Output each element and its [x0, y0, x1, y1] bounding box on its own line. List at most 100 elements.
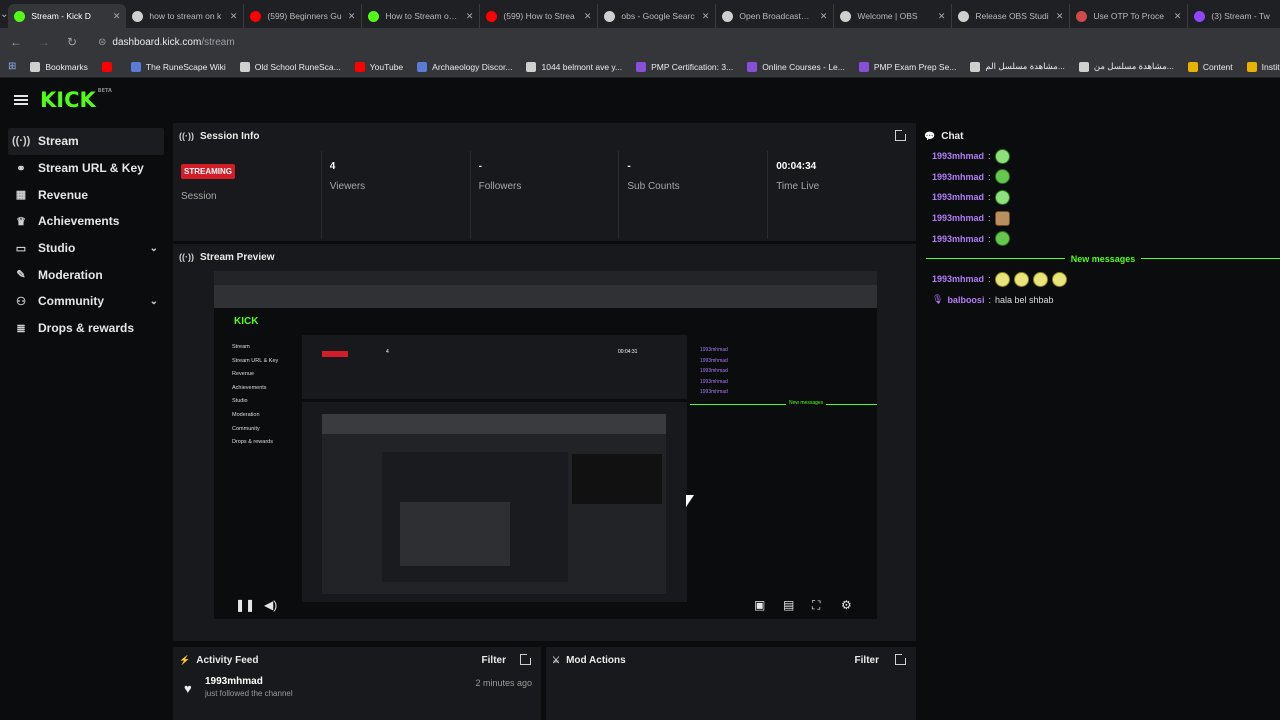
bookmark-item[interactable]: Bookmarks [30, 61, 88, 72]
tab-favicon-icon [840, 10, 852, 22]
nested-sidebar-item: Achievements [232, 384, 267, 391]
settings-gear-icon[interactable]: ⚙ [841, 598, 852, 612]
close-icon[interactable]: ✕ [466, 11, 474, 22]
new-messages-label: New messages [1070, 253, 1136, 264]
bookmark-item[interactable]: Online Courses - Le... [747, 61, 845, 72]
chat-username[interactable]: 1993mhmad [932, 172, 984, 182]
site-info-icon[interactable]: ⊜ [98, 37, 106, 48]
bookmark-favicon-icon [970, 61, 981, 72]
browser-tab[interactable]: (599) How to Strea ✕ [480, 4, 599, 28]
stat-label: Session [181, 191, 217, 202]
picture-in-picture-icon[interactable]: ▣ [754, 598, 765, 612]
theater-mode-icon[interactable]: ▤ [783, 598, 794, 612]
activity-filter-button[interactable]: Filter [482, 655, 506, 666]
close-icon[interactable]: ✕ [702, 11, 710, 22]
sidebar-item[interactable]: ≣ Drops & rewards [8, 315, 164, 342]
sidebar-item[interactable]: ▭ Studio ⌄ [8, 235, 164, 262]
popout-icon[interactable] [520, 653, 532, 665]
browser-tab[interactable]: how to stream on k ✕ [126, 4, 245, 28]
sidebar-item[interactable]: ✎ Moderation [8, 261, 164, 288]
bookmark-item[interactable]: مشاهدة مسلسل من... [1078, 61, 1174, 72]
bookmark-item[interactable]: Institution Page [1246, 61, 1280, 72]
sidebar-item[interactable]: ♛ Achievements [8, 208, 164, 235]
chat-username[interactable]: balboosi [947, 295, 984, 305]
bookmark-favicon-icon [1187, 61, 1198, 72]
kick-logo[interactable]: KICK BETA [40, 88, 112, 112]
bookmark-label: Archaeology Discor... [432, 61, 513, 72]
chat-username[interactable]: 1993mhmad [932, 151, 984, 161]
stat-subs: - Sub Counts [619, 151, 769, 239]
reload-icon[interactable]: ↻ [64, 35, 80, 49]
stat-followers: - Followers [471, 151, 620, 239]
browser-tab[interactable]: Open Broadcaster S ✕ [716, 4, 835, 28]
sidebar-item[interactable]: ⚭ Stream URL & Key [8, 155, 164, 182]
menu-icon[interactable] [14, 95, 28, 105]
chevron-down-icon[interactable]: ⌄ [150, 296, 158, 307]
pause-icon[interactable]: ❚❚ [235, 598, 255, 612]
popout-icon[interactable] [895, 653, 907, 665]
browser-tab[interactable]: Stream - Kick D ✕ [8, 4, 127, 28]
nested-video [322, 414, 666, 594]
chat-username[interactable]: 1993mhmad [932, 274, 984, 284]
browser-tab[interactable]: obs - Google Searc ✕ [598, 4, 717, 28]
popout-icon[interactable] [895, 129, 907, 141]
emote-icon [1051, 271, 1067, 287]
stat-value: - [478, 161, 482, 172]
fullscreen-icon[interactable]: ⛶ [812, 598, 820, 613]
close-icon[interactable]: ✕ [113, 11, 121, 22]
bookmark-item[interactable]: مشاهدة مسلسل الم... [970, 61, 1065, 72]
bookmark-favicon-icon [239, 61, 250, 72]
forward-icon[interactable]: → [36, 35, 52, 49]
tab-search-icon[interactable]: ⌄ [0, 0, 8, 28]
chat-message: 1993mhmad: [920, 167, 1280, 188]
close-icon[interactable]: ✕ [348, 11, 356, 22]
bookmark-item[interactable]: PMP Certification: 3... [636, 61, 733, 72]
close-icon[interactable]: ✕ [938, 11, 946, 22]
browser-tab[interactable]: Welcome | OBS ✕ [834, 4, 953, 28]
bookmark-item[interactable] [101, 61, 117, 72]
close-icon[interactable]: ✕ [820, 11, 828, 22]
session-stats: STREAMING Session 4 Viewers - Followers … [173, 151, 916, 239]
bookmark-favicon-icon [417, 61, 428, 72]
browser-tab[interactable]: (599) Beginners Gu ✕ [244, 4, 363, 28]
stat-value: 00:04:34 [776, 161, 817, 172]
chat-header: 💬 Chat [920, 126, 1280, 146]
bookmark-favicon-icon [858, 61, 869, 72]
close-icon[interactable]: ✕ [1056, 11, 1064, 22]
chevron-down-icon[interactable]: ⌄ [150, 243, 158, 254]
stream-video[interactable]: KICK Stream Stream URL & Key Revenue Achiev… [214, 271, 877, 619]
chat-username[interactable]: 1993mhmad [932, 213, 984, 223]
bookmark-item[interactable]: 1044 belmont ave y... [526, 61, 622, 72]
tab-title: (599) Beginners Gu [267, 11, 342, 21]
nested-url-bar [214, 285, 877, 297]
bookmark-item[interactable]: The RuneScape Wiki [130, 61, 226, 72]
browser-tab[interactable]: How to Stream on K ✕ [362, 4, 481, 28]
sidebar-item[interactable]: ▦ Revenue [8, 181, 164, 208]
browser-tab[interactable]: Use OTP To Proce ✕ [1070, 4, 1189, 28]
chat-username[interactable]: 1993mhmad [932, 234, 984, 244]
chat-bubble-icon: 💬 [924, 130, 936, 141]
back-icon[interactable]: ← [8, 35, 24, 49]
bookmark-item[interactable]: PMP Exam Prep Se... [858, 61, 956, 72]
apps-grid-icon[interactable]: ⊞ [8, 61, 16, 72]
mod-filter-button[interactable]: Filter [855, 655, 879, 666]
bookmark-item[interactable]: Archaeology Discor... [417, 61, 512, 72]
sidebar-item[interactable]: ⚇ Community ⌄ [8, 288, 164, 315]
volume-icon[interactable]: ◀) [264, 598, 277, 612]
emote-icon [994, 169, 1010, 185]
close-icon[interactable]: ✕ [230, 11, 238, 22]
bookmark-item[interactable]: Old School RuneSca... [239, 61, 341, 72]
sidebar-item[interactable]: ((·)) Stream [8, 128, 164, 155]
tab-favicon-icon [486, 10, 498, 22]
address-bar[interactable]: ⊜ dashboard.kick.com/stream [98, 37, 235, 48]
bookmark-item[interactable]: YouTube [354, 61, 403, 72]
browser-tab[interactable]: Release OBS Studi ✕ [952, 4, 1071, 28]
browser-tab[interactable]: (3) Stream - Tw✕ [1188, 4, 1280, 28]
tab-favicon-icon [250, 10, 262, 22]
emote-icon [1032, 271, 1048, 287]
chat-username[interactable]: 1993mhmad [932, 192, 984, 202]
session-info-panel: ((·)) Session Info STREAMING Session 4 V… [173, 123, 916, 241]
close-icon[interactable]: ✕ [584, 11, 592, 22]
close-icon[interactable]: ✕ [1174, 11, 1182, 22]
bookmark-item[interactable]: Content [1187, 61, 1233, 72]
